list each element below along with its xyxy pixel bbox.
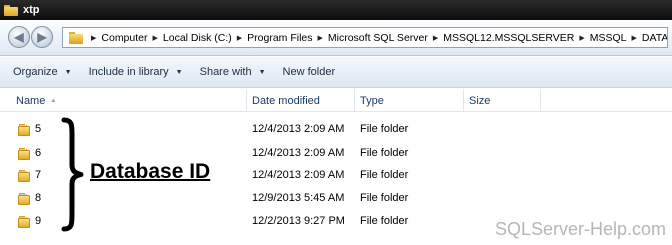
file-name: 5 (35, 123, 42, 135)
list-item[interactable]: 5 12/4/2013 2:09 AM File folder (0, 119, 672, 141)
title-bar: xtp (0, 0, 672, 20)
column-header-date-modified[interactable]: Date modified (247, 89, 355, 112)
file-date-modified: 12/9/2013 5:45 AM (252, 192, 345, 204)
file-name: 8 (35, 192, 42, 204)
breadcrumb-mssql[interactable]: MSSQL ▶ (590, 32, 642, 44)
command-bar: Organize ▼ Include in library ▼ Share with… (0, 57, 672, 88)
curly-brace-icon (61, 117, 84, 232)
breadcrumb-data[interactable]: DATA▶ (642, 32, 667, 44)
chevron-down-icon: ▼ (258, 68, 266, 76)
breadcrumb-computer[interactable]: Computer ▶ (101, 32, 163, 44)
window-title: xtp (23, 4, 40, 16)
watermark: SQLServer-Help.com (494, 219, 666, 239)
file-type: File folder (360, 215, 409, 227)
address-box[interactable]: ▶ Computer ▶ Local Disk (C:) ▶ Program Fil… (62, 27, 668, 48)
back-button[interactable]: ◀ (8, 26, 30, 48)
file-name: 9 (35, 215, 42, 227)
database-id-annotation: Database ID (90, 160, 211, 183)
address-bar-area: ◀ ▶ ▶ Computer ▶ Local Disk (C:) ▶ Program… (0, 20, 672, 56)
share-with-button[interactable]: Share with ▼ (200, 66, 266, 78)
column-header-type[interactable]: Type (355, 89, 464, 112)
include-in-library-button[interactable]: Include in library ▼ (89, 66, 183, 78)
file-type: File folder (360, 192, 409, 204)
file-type: File folder (360, 123, 409, 135)
folder-icon (18, 148, 32, 160)
chevron-down-icon: ▼ (175, 68, 183, 76)
folder-icon (18, 193, 32, 205)
organize-button[interactable]: Organize ▼ (13, 66, 72, 78)
sort-ascending-icon: ▲ (50, 97, 57, 104)
file-date-modified: 12/4/2013 2:09 AM (252, 123, 345, 135)
folder-icon (4, 4, 18, 16)
folder-icon (18, 170, 32, 182)
file-date-modified: 12/4/2013 2:09 AM (252, 147, 345, 159)
breadcrumb-program-files[interactable]: Program Files ▶ (247, 32, 328, 44)
breadcrumb-microsoft-sql-server[interactable]: Microsoft SQL Server ▶ (328, 32, 443, 44)
list-item[interactable]: 8 12/9/2013 5:45 AM File folder (0, 188, 672, 210)
column-headers: Name ▲ Date modified Type Size (0, 89, 672, 112)
breadcrumb-root-arrow[interactable]: ▶ (89, 34, 101, 42)
breadcrumb-local-disk[interactable]: Local Disk (C:) ▶ (163, 32, 247, 44)
back-arrow-icon: ◀ (14, 30, 24, 44)
file-date-modified: 12/4/2013 2:09 AM (252, 169, 345, 181)
file-name: 6 (35, 147, 42, 159)
forward-arrow-icon: ▶ (37, 30, 47, 44)
file-date-modified: 12/2/2013 9:27 PM (252, 215, 345, 227)
new-folder-button[interactable]: New folder (283, 66, 336, 78)
column-header-size[interactable]: Size (464, 89, 541, 112)
breadcrumb-mssql12[interactable]: MSSQL12.MSSQLSERVER ▶ (443, 32, 590, 44)
folder-icon (18, 216, 32, 228)
file-name: 7 (35, 169, 42, 181)
folder-icon (18, 124, 32, 136)
file-type: File folder (360, 147, 409, 159)
column-header-name[interactable]: Name ▲ (11, 89, 247, 112)
forward-button[interactable]: ▶ (31, 26, 53, 48)
file-type: File folder (360, 169, 409, 181)
chevron-down-icon: ▼ (64, 68, 72, 76)
folder-icon (69, 31, 83, 44)
